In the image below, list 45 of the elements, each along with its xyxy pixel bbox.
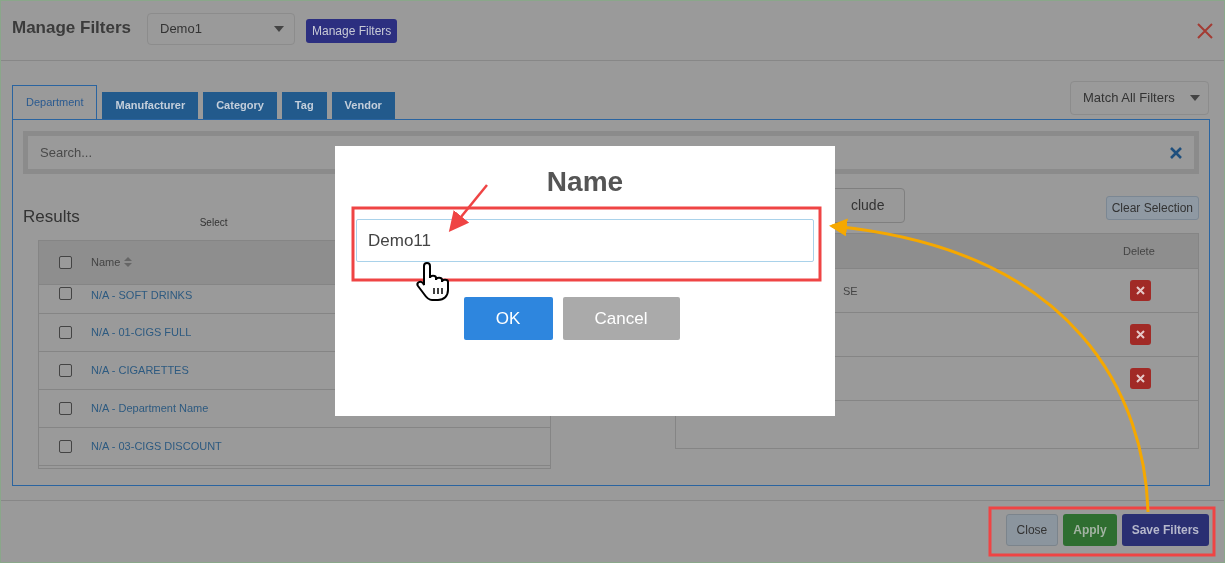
dialog-heading: Name bbox=[546, 166, 624, 198]
delete-icon bbox=[1135, 330, 1145, 339]
save-button[interactable]: Save Filters bbox=[1121, 514, 1209, 546]
select-all-checkbox[interactable] bbox=[58, 255, 72, 269]
caret-icon bbox=[274, 26, 284, 32]
department-link[interactable]: N/A - 01-CIGS FULL bbox=[91, 323, 192, 341]
department-link[interactable]: N/A - SOFT DRINKS bbox=[91, 286, 193, 303]
select-label: Select bbox=[199, 215, 228, 230]
tab[interactable]: Vendor bbox=[331, 92, 395, 119]
department-link[interactable]: N/A - Department Name bbox=[91, 399, 209, 417]
filter-select[interactable]: Demo1 bbox=[147, 13, 295, 45]
delete-button[interactable] bbox=[1129, 324, 1151, 345]
manage-filters-button[interactable]: Manage Filters bbox=[306, 18, 398, 43]
clear-selection-button[interactable]: Clear Selection bbox=[1105, 196, 1199, 220]
ok-button[interactable]: OK bbox=[463, 297, 553, 340]
dialog-title: Manage Filters bbox=[12, 16, 133, 39]
column-header: Delete bbox=[1122, 243, 1155, 259]
row-checkbox[interactable] bbox=[58, 363, 72, 377]
row-checkbox[interactable] bbox=[58, 325, 72, 339]
delete-button[interactable] bbox=[1129, 368, 1151, 389]
department-link[interactable]: N/A - 03-CIGS DISCOUNT bbox=[91, 437, 222, 455]
tab[interactable]: Manufacturer bbox=[102, 92, 199, 119]
row-checkbox[interactable] bbox=[58, 439, 72, 453]
arrow bbox=[448, 184, 488, 232]
results-heading: Results bbox=[23, 206, 80, 228]
column-header[interactable]: Name bbox=[91, 253, 121, 271]
close-icon[interactable] bbox=[1197, 22, 1213, 39]
tab[interactable]: Category bbox=[203, 92, 277, 119]
cancel-button[interactable]: Cancel bbox=[562, 297, 680, 340]
tab[interactable]: Department bbox=[12, 85, 98, 119]
hand-cursor-icon bbox=[416, 262, 449, 301]
match-filters-select[interactable]: Match All Filters bbox=[1070, 81, 1209, 115]
apply-button[interactable]: Apply bbox=[1063, 514, 1117, 546]
department-link[interactable]: N/A - CIGARETTES bbox=[91, 361, 189, 379]
name-input[interactable]: Demo11 bbox=[356, 219, 814, 262]
caret-icon bbox=[1190, 95, 1200, 101]
row-checkbox[interactable] bbox=[58, 286, 72, 300]
table-cell: SE bbox=[842, 284, 858, 297]
delete-icon bbox=[1135, 286, 1145, 295]
close-button[interactable]: Close bbox=[1005, 514, 1059, 546]
delete-button[interactable] bbox=[1129, 280, 1151, 301]
delete-icon bbox=[1135, 374, 1145, 383]
row-checkbox[interactable] bbox=[58, 401, 72, 415]
clear-search-icon[interactable] bbox=[1170, 147, 1182, 159]
tab[interactable]: Tag bbox=[281, 92, 327, 119]
